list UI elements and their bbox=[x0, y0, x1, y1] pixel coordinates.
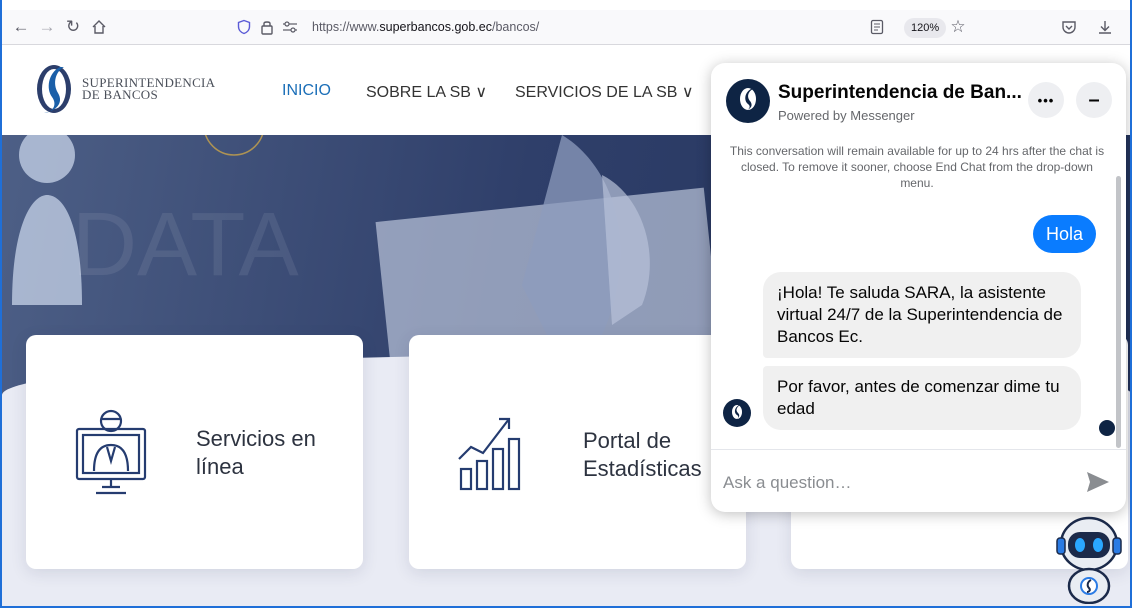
card-servicios-en-linea[interactable]: Servicios en línea bbox=[26, 335, 363, 569]
card-portal-de-estadisticas[interactable]: Portal de Estadísticas bbox=[409, 335, 746, 569]
shield-icon[interactable] bbox=[236, 19, 252, 35]
statistics-chart-icon bbox=[458, 417, 521, 491]
card-title: Servicios en línea bbox=[196, 426, 316, 479]
bookmark-star-icon[interactable]: ☆ bbox=[947, 16, 969, 38]
downloads-icon[interactable] bbox=[1094, 16, 1116, 38]
more-options-button[interactable]: ••• bbox=[1028, 82, 1064, 118]
bot-message: Por favor, antes de comenzar dime tu eda… bbox=[763, 366, 1081, 430]
minimize-button[interactable]: – bbox=[1076, 82, 1112, 118]
lock-icon[interactable] bbox=[260, 19, 274, 35]
url-text: https://www.superbancos.gob.ec/bancos/ bbox=[312, 20, 540, 34]
pocket-icon[interactable] bbox=[1058, 16, 1080, 38]
browser-toolbar: ← → ↻ https://www.superbancos.gob.ec/ban… bbox=[2, 10, 1130, 45]
chat-notice: This conversation will remain available … bbox=[729, 144, 1105, 190]
bot-avatar bbox=[723, 399, 751, 427]
chat-scrollbar[interactable] bbox=[1116, 176, 1121, 448]
send-icon[interactable] bbox=[1085, 470, 1111, 494]
nav-sobre-la-sb[interactable]: SOBRE LA SB ∨ bbox=[366, 82, 487, 102]
chat-composer bbox=[711, 449, 1126, 512]
chat-header: Superintendencia de Ban... Powered by Me… bbox=[711, 63, 1126, 137]
forward-icon[interactable]: → bbox=[36, 16, 58, 38]
svg-text:DATA: DATA bbox=[72, 195, 299, 295]
bot-message: ¡Hola! Te saluda SARA, la asistente virt… bbox=[763, 272, 1081, 358]
chat-avatar bbox=[726, 79, 770, 123]
reload-icon[interactable]: ↻ bbox=[62, 16, 84, 38]
clipped-top-caption bbox=[2, 0, 1130, 10]
user-message: Hola bbox=[1033, 215, 1097, 253]
reader-view-icon[interactable] bbox=[866, 16, 888, 38]
zoom-level-badge[interactable]: 120% bbox=[904, 18, 947, 38]
permissions-icon[interactable] bbox=[282, 20, 298, 34]
web-page: DATA SUPERINTENDENCIA DE BANCOS INICIO S… bbox=[2, 45, 1130, 606]
back-icon[interactable]: ← bbox=[10, 16, 32, 38]
chat-title: Superintendencia de Ban... bbox=[778, 82, 1022, 103]
read-receipt-avatar bbox=[1099, 420, 1115, 436]
logo-text: SUPERINTENDENCIA DE BANCOS bbox=[82, 75, 216, 102]
browser-window: ← → ↻ https://www.superbancos.gob.ec/ban… bbox=[0, 0, 1132, 608]
chat-subtitle: Powered by Messenger bbox=[778, 108, 915, 123]
home-icon[interactable] bbox=[88, 16, 110, 38]
url-bar[interactable]: https://www.superbancos.gob.ec/bancos/ bbox=[236, 12, 856, 42]
online-services-icon bbox=[75, 409, 147, 495]
superintendencia-logo[interactable]: SUPERINTENDENCIA DE BANCOS bbox=[34, 59, 234, 119]
nav-servicios-de-la-sb[interactable]: SERVICIOS DE LA SB ∨ bbox=[515, 82, 694, 102]
question-input[interactable] bbox=[723, 468, 1063, 498]
messenger-chat-window: Superintendencia de Ban... Powered by Me… bbox=[711, 63, 1126, 512]
nav-inicio[interactable]: INICIO bbox=[282, 82, 331, 100]
card-title: Portal de Estadísticas bbox=[583, 428, 702, 481]
virtual-assistant-robot-icon[interactable] bbox=[1054, 512, 1124, 604]
